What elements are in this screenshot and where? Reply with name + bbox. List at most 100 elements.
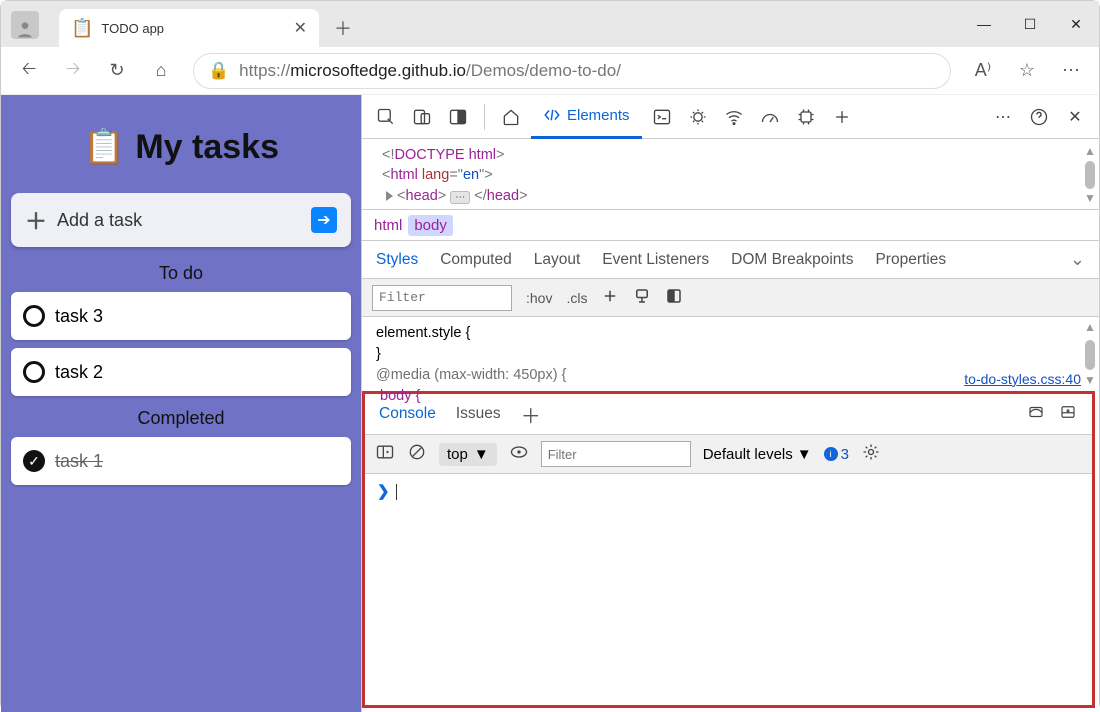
tab-favicon-icon: 📋: [71, 18, 93, 39]
inspect-icon[interactable]: [370, 101, 402, 133]
settings-menu-button[interactable]: ⋯: [1051, 51, 1091, 91]
css-rule: element.style {: [376, 323, 1085, 344]
window-titlebar: 📋 TODO app ✕ ＋ ― ☐ ✕: [1, 1, 1099, 47]
computed-tab[interactable]: Computed: [440, 251, 512, 269]
console-drawer: Console Issues ＋ top ▼ Default levels ▼ …: [362, 391, 1095, 708]
log-levels-selector[interactable]: Default levels ▼: [703, 446, 812, 463]
memory-tab-icon[interactable]: [790, 101, 822, 133]
dom-line: <html lang="en">: [382, 165, 1099, 185]
todo-app: 📋 My tasks ＋ Add a task ➔ To do task 3 t…: [1, 95, 361, 712]
close-window-button[interactable]: ✕: [1053, 1, 1099, 47]
profile-icon[interactable]: [11, 11, 39, 39]
dom-tree[interactable]: <!DOCTYPE html> <html lang="en"> <head> …: [362, 139, 1099, 209]
console-output[interactable]: ❯: [365, 474, 1092, 705]
tab-close-icon[interactable]: ✕: [294, 18, 307, 38]
unchecked-circle-icon[interactable]: [23, 305, 45, 327]
welcome-tab-icon[interactable]: [495, 101, 527, 133]
task-label: task 3: [55, 306, 103, 327]
breadcrumb-item[interactable]: html: [374, 217, 402, 234]
browser-tab[interactable]: 📋 TODO app ✕: [59, 9, 319, 47]
styles-tabbar: Styles Computed Layout Event Listeners D…: [362, 241, 1099, 279]
task-label: task 1: [55, 451, 103, 472]
breadcrumbs[interactable]: html body: [362, 209, 1099, 241]
event-listeners-tab[interactable]: Event Listeners: [602, 251, 709, 269]
task-item[interactable]: task 3: [11, 292, 351, 340]
css-rule: }: [376, 344, 1085, 365]
styles-toolbar: :hov .cls: [362, 279, 1099, 317]
browser-navbar: 🡠 🡢 ↻ ⌂ 🔒 https://microsoftedge.github.i…: [1, 47, 1099, 95]
issues-tab[interactable]: Issues: [456, 405, 501, 423]
styles-pane[interactable]: element.style { } @media (max-width: 450…: [362, 317, 1099, 391]
elements-tab[interactable]: Elements: [531, 95, 642, 139]
help-icon[interactable]: [1023, 101, 1055, 133]
add-task-input[interactable]: ＋ Add a task ➔: [11, 193, 351, 247]
console-tab[interactable]: Console: [379, 405, 436, 423]
styles-filter-input[interactable]: [372, 285, 512, 311]
maximize-button[interactable]: ☐: [1007, 1, 1053, 47]
forward-button[interactable]: 🡢: [53, 51, 93, 91]
cls-toggle[interactable]: .cls: [566, 290, 587, 306]
unchecked-circle-icon[interactable]: [23, 361, 45, 383]
console-settings-icon[interactable]: [861, 442, 881, 466]
css-source-link[interactable]: to-do-styles.css:40: [964, 369, 1081, 389]
properties-tab[interactable]: Properties: [875, 251, 946, 269]
devtools-toolbar: Elements ⋯ ✕: [362, 95, 1099, 139]
more-tabs-button[interactable]: [826, 101, 858, 133]
styles-tab[interactable]: Styles: [376, 251, 418, 269]
dock-side-icon[interactable]: [442, 101, 474, 133]
issues-counter[interactable]: i3: [824, 446, 849, 463]
plus-icon: ＋: [25, 204, 47, 236]
task-item-completed[interactable]: ✓ task 1: [11, 437, 351, 485]
devtools-panel: Elements ⋯ ✕ <!DOCTYPE html> <html lang=…: [361, 95, 1099, 712]
dom-line: <!DOCTYPE html>: [382, 145, 1099, 165]
layout-tab[interactable]: Layout: [534, 251, 581, 269]
styles-scrollbar[interactable]: ▲▼: [1083, 319, 1097, 389]
device-emulation-icon[interactable]: [406, 101, 438, 133]
console-prompt-icon: ❯: [377, 483, 390, 500]
flex-editor-icon[interactable]: [633, 287, 651, 308]
minimize-button[interactable]: ―: [961, 1, 1007, 47]
console-cursor: [396, 484, 397, 500]
dom-scrollbar[interactable]: ▲▼: [1083, 143, 1097, 207]
dom-line: <head> ⋯ </head>: [382, 186, 1099, 206]
app-title: 📋 My tasks: [11, 127, 351, 167]
window-controls: ― ☐ ✕: [961, 1, 1099, 47]
chevron-down-icon[interactable]: ⌄: [1070, 249, 1085, 270]
clear-console-icon[interactable]: [407, 442, 427, 466]
sources-tab-icon[interactable]: [682, 101, 714, 133]
grid-editor-icon[interactable]: [665, 287, 683, 308]
new-style-rule-icon[interactable]: [601, 287, 619, 308]
hov-toggle[interactable]: :hov: [526, 290, 552, 306]
add-task-placeholder: Add a task: [57, 210, 142, 231]
address-bar[interactable]: 🔒 https://microsoftedge.github.io/Demos/…: [193, 53, 951, 89]
console-tab-icon[interactable]: [646, 101, 678, 133]
checked-circle-icon[interactable]: ✓: [23, 450, 45, 472]
clipboard-icon: 📋: [83, 127, 125, 167]
home-button[interactable]: ⌂: [141, 51, 181, 91]
breadcrumb-item[interactable]: body: [408, 215, 453, 236]
css-rule: body {: [376, 386, 1085, 407]
toggle-sidebar-icon[interactable]: [375, 442, 395, 466]
console-toolbar: top ▼ Default levels ▼ i3: [365, 434, 1092, 474]
task-label: task 2: [55, 362, 103, 383]
favorite-button[interactable]: ☆: [1007, 51, 1047, 91]
live-expression-icon[interactable]: [509, 442, 529, 466]
new-tab-button[interactable]: ＋: [327, 12, 359, 44]
network-tab-icon[interactable]: [718, 101, 750, 133]
more-tools-icon[interactable]: ⋯: [987, 101, 1019, 133]
back-button[interactable]: 🡠: [9, 51, 49, 91]
read-aloud-icon[interactable]: A⁾: [963, 51, 1003, 91]
lock-icon: 🔒: [208, 61, 229, 81]
close-devtools-button[interactable]: ✕: [1059, 101, 1091, 133]
submit-task-button[interactable]: ➔: [311, 207, 337, 233]
tab-title: TODO app: [101, 21, 164, 36]
console-filter-input[interactable]: [541, 441, 691, 467]
todo-section-heading: To do: [11, 263, 351, 284]
performance-tab-icon[interactable]: [754, 101, 786, 133]
dom-breakpoints-tab[interactable]: DOM Breakpoints: [731, 251, 853, 269]
app-heading: My tasks: [135, 128, 279, 167]
completed-section-heading: Completed: [11, 408, 351, 429]
refresh-button[interactable]: ↻: [97, 51, 137, 91]
execution-context-selector[interactable]: top ▼: [439, 443, 497, 466]
task-item[interactable]: task 2: [11, 348, 351, 396]
